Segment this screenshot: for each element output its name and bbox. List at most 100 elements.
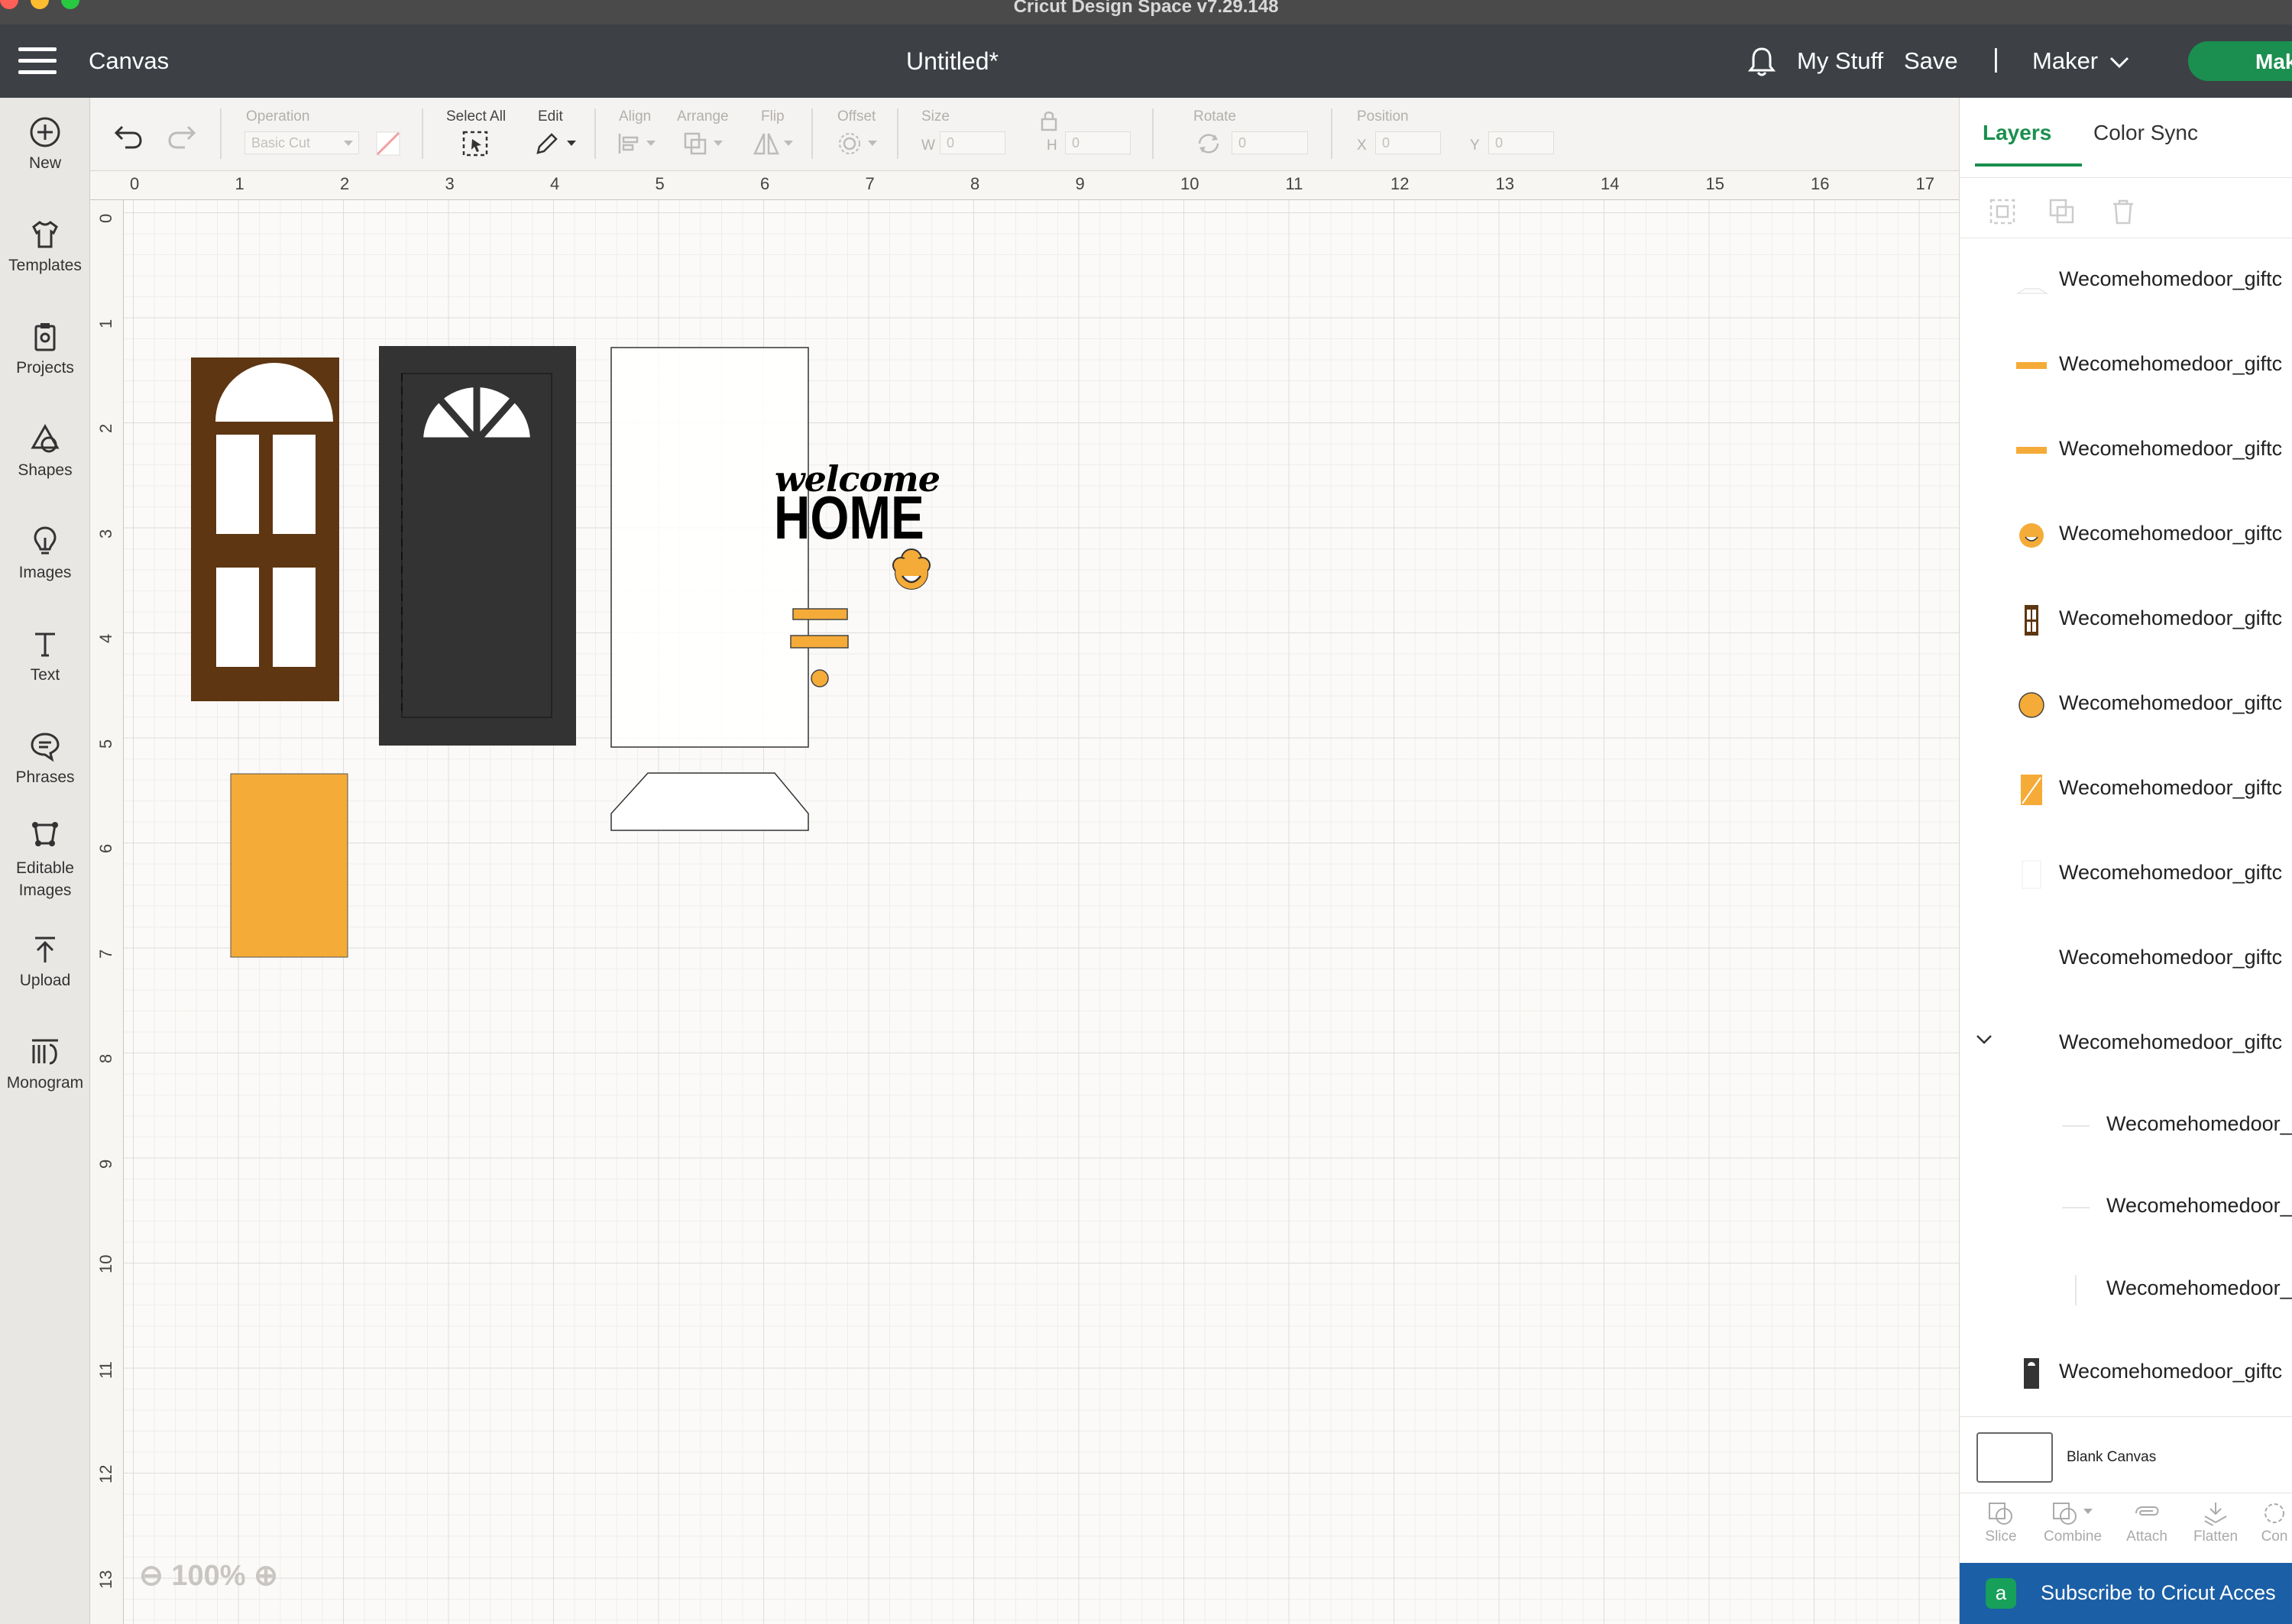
layer-item[interactable]: Wecomehomedoor_giftc xyxy=(1960,832,2292,916)
lock-icon[interactable] xyxy=(1039,110,1059,131)
ruler-number: 17 xyxy=(1915,174,1934,193)
size-label: Size xyxy=(921,108,950,125)
undo-icon[interactable] xyxy=(113,124,144,150)
design-canvas[interactable]: welcome HOME xyxy=(124,200,1959,1624)
layer-thumbnail-line xyxy=(2062,1207,2090,1208)
tab-color-sync[interactable]: Color Sync xyxy=(2093,121,2198,145)
orange-bar-bottom[interactable] xyxy=(790,635,849,649)
bell-icon[interactable] xyxy=(1747,46,1777,78)
trash-icon[interactable] xyxy=(2109,198,2137,225)
make-button[interactable]: Make xyxy=(2188,41,2292,81)
blank-canvas-swatch[interactable] xyxy=(1976,1432,2053,1483)
orange-bar-top[interactable] xyxy=(792,608,848,620)
select-all-icon[interactable] xyxy=(461,130,489,157)
flatten-button[interactable]: Flatten xyxy=(2181,1501,2250,1545)
sidebar-item-upload[interactable]: Upload xyxy=(0,933,90,990)
orange-circle-shape[interactable] xyxy=(811,669,829,687)
ruler-number: 13 xyxy=(1495,174,1514,193)
layer-item[interactable]: Wecomehomedoor_giftc xyxy=(1960,238,2292,322)
layer-thumbnail-white-shape xyxy=(2016,288,2048,294)
sidebar-item-shapes[interactable]: Shapes xyxy=(0,423,90,480)
layer-item[interactable]: Wecomehomedoor_ xyxy=(1960,1247,2292,1331)
slice-button[interactable]: Slice xyxy=(1970,1501,2031,1545)
pencil-edit-icon[interactable] xyxy=(533,131,578,156)
orange-wreath-shape[interactable] xyxy=(892,548,931,590)
contour-icon xyxy=(2264,1503,2284,1523)
combine-button[interactable]: Combine xyxy=(2035,1501,2111,1545)
ruler-number: 9 xyxy=(96,1159,115,1169)
rotate-field[interactable]: 0 xyxy=(1232,131,1308,154)
redo-icon[interactable] xyxy=(167,124,197,150)
sidebar-item-new[interactable]: New xyxy=(0,116,90,173)
arrange-icon[interactable] xyxy=(683,131,726,156)
group-icon[interactable] xyxy=(1989,198,2016,225)
duplicate-icon[interactable] xyxy=(2048,198,2076,225)
home-text[interactable]: HOME xyxy=(774,483,924,553)
subscribe-banner[interactable]: a Subscribe to Cricut Acces xyxy=(1960,1563,2292,1624)
orange-rectangle-shape[interactable] xyxy=(230,773,348,958)
rotate-icon[interactable] xyxy=(1195,131,1222,156)
sidebar-item-editable-images[interactable]: Editable Images xyxy=(0,819,90,901)
ruler-number: 12 xyxy=(1390,174,1410,193)
sidebar-item-projects[interactable]: Projects xyxy=(0,321,90,377)
sidebar-item-templates[interactable]: Templates xyxy=(0,218,90,275)
ruler-number: 6 xyxy=(96,843,115,853)
chevron-down-icon[interactable] xyxy=(1975,1034,1993,1046)
layer-name: Wecomehomedoor_ xyxy=(2106,1276,2292,1299)
layer-item[interactable]: Wecomehomedoor_giftc xyxy=(1960,408,2292,492)
sidebar-item-label: Text xyxy=(30,666,60,684)
width-field[interactable]: 0 xyxy=(940,131,1005,154)
layer-item[interactable]: Wecomehomedoor_ xyxy=(1960,1083,2292,1167)
sidebar-item-monogram[interactable]: Monogram xyxy=(0,1036,90,1092)
position-y-field[interactable]: 0 xyxy=(1488,131,1554,154)
zoom-out-icon[interactable]: ⊖ xyxy=(139,1560,163,1592)
plus-circle-icon xyxy=(30,117,60,147)
layer-thumbnail-orange-bar xyxy=(2016,447,2047,454)
layer-item[interactable]: Wecomehomedoor_giftc xyxy=(1960,917,2292,1001)
ruler-number: 15 xyxy=(1705,174,1724,193)
layer-item[interactable]: Wecomehomedoor_giftc xyxy=(1960,662,2292,746)
blank-canvas-row[interactable]: Blank Canvas xyxy=(1960,1416,2292,1493)
zoom-control: ⊖ 100% ⊕ xyxy=(139,1558,278,1593)
brown-door-shape[interactable] xyxy=(191,357,339,701)
dark-door-shape[interactable] xyxy=(379,346,576,746)
ruler-number: 4 xyxy=(96,633,115,643)
sidebar-item-text[interactable]: Text xyxy=(0,628,90,684)
layer-item[interactable]: Wecomehomedoor_giftc xyxy=(1960,747,2292,831)
my-stuff-button[interactable]: My Stuff xyxy=(1797,47,1883,75)
offset-icon[interactable] xyxy=(837,131,880,156)
layer-name: Wecomehomedoor_giftc xyxy=(2059,607,2283,629)
subscribe-text: Subscribe to Cricut Acces xyxy=(2041,1581,2276,1604)
operation-select-value: Basic Cut xyxy=(251,135,311,150)
layer-item[interactable]: Wecomehomedoor_ xyxy=(1960,1165,2292,1249)
align-icon[interactable] xyxy=(617,131,657,156)
layer-item[interactable]: Wecomehomedoor_giftc xyxy=(1960,1331,2292,1415)
layer-item[interactable]: Wecomehomedoor_giftc xyxy=(1960,577,2292,662)
sidebar-item-images[interactable]: Images xyxy=(0,526,90,582)
attach-button[interactable]: Attach xyxy=(2112,1501,2181,1545)
layer-item[interactable]: Wecomehomedoor_giftc xyxy=(1960,323,2292,407)
select-all-label: Select All xyxy=(446,108,507,125)
tab-layers[interactable]: Layers xyxy=(1983,121,2051,145)
machine-select[interactable]: Maker xyxy=(2032,47,2130,75)
app-header: Canvas Untitled* My Stuff Save | Maker M… xyxy=(0,24,2292,98)
zoom-in-icon[interactable]: ⊕ xyxy=(254,1560,278,1592)
editable-image-icon xyxy=(32,822,58,846)
contour-button[interactable]: Con xyxy=(2252,1501,2292,1545)
save-button[interactable]: Save xyxy=(1904,47,1958,75)
position-x-field[interactable]: 0 xyxy=(1375,131,1441,154)
layer-group[interactable]: Wecomehomedoor_giftc xyxy=(1960,1001,2292,1085)
chevron-down-icon xyxy=(344,141,353,146)
layer-item[interactable]: Wecomehomedoor_giftc xyxy=(1960,493,2292,577)
hamburger-menu-icon[interactable] xyxy=(18,47,57,75)
flip-icon[interactable] xyxy=(753,131,796,156)
sidebar-item-phrases[interactable]: Phrases xyxy=(0,730,90,787)
height-field[interactable]: 0 xyxy=(1065,131,1131,154)
sidebar-item-label: New xyxy=(28,154,61,172)
combine-icon xyxy=(2053,1503,2093,1525)
white-trapezoid-base[interactable] xyxy=(610,772,809,831)
ruler-number: 0 xyxy=(130,174,140,193)
color-swatch-icon[interactable] xyxy=(376,131,400,156)
document-title[interactable]: Untitled* xyxy=(906,47,999,76)
operation-select[interactable]: Basic Cut xyxy=(244,131,359,154)
